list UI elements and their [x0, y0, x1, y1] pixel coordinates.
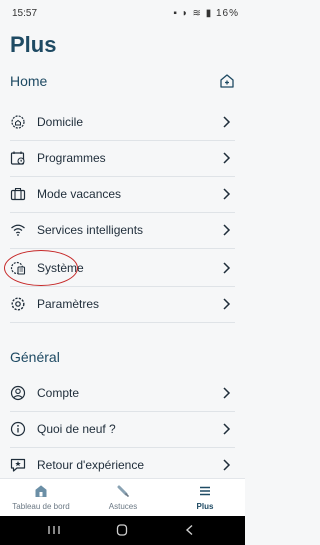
- status-time: 15:57: [12, 8, 38, 19]
- list-item-label: Domicile: [37, 115, 84, 129]
- tab-plus[interactable]: Plus: [164, 479, 246, 517]
- list-item-parametres[interactable]: Paramètres: [10, 286, 235, 323]
- home-add-button[interactable]: [219, 73, 235, 89]
- list-item-mode-vacances[interactable]: Mode vacances: [10, 176, 235, 213]
- system-nav-bar: [0, 516, 245, 545]
- feedback-icon: [10, 458, 26, 472]
- chevron-right-icon: [223, 224, 231, 236]
- tab-label: Astuces: [108, 502, 138, 511]
- calendar-clock-icon: [10, 151, 25, 165]
- menu-icon: [200, 486, 210, 496]
- list-item-label: Mode vacances: [37, 187, 122, 201]
- status-icons: ▪ ◗ ≋ ▮ 16%: [173, 8, 239, 19]
- list-item-label: Paramètres: [37, 297, 100, 311]
- list-item-label: Quoi de neuf ?: [37, 422, 116, 436]
- section-title-general: Général: [10, 349, 60, 365]
- list-item-programmes[interactable]: Programmes: [10, 140, 235, 177]
- bottom-tab-bar: Tableau de bord Astuces Plus: [0, 478, 245, 517]
- list-item-quoi-de-neuf[interactable]: Quoi de neuf ?: [10, 411, 235, 448]
- user-icon: [10, 385, 26, 401]
- tab-label: Tableau de bord: [12, 502, 70, 511]
- wifi-icon: [11, 224, 25, 236]
- list-item-systeme[interactable]: Système: [10, 250, 235, 287]
- list-item-label: Programmes: [37, 151, 106, 165]
- home-nav-icon[interactable]: [112, 523, 132, 537]
- status-bar: 15:57 ▪ ◗ ≋ ▮ 16%: [0, 0, 245, 26]
- chevron-right-icon: [223, 188, 231, 200]
- list-item-label: Retour d'expérience: [37, 458, 145, 472]
- tab-label: Plus: [196, 502, 214, 511]
- tab-tableau-de-bord[interactable]: Tableau de bord: [0, 479, 82, 517]
- page-title: Plus: [10, 32, 57, 57]
- gear-house-icon: [11, 115, 25, 129]
- tab-astuces[interactable]: Astuces: [82, 479, 164, 517]
- chevron-right-icon: [223, 387, 231, 399]
- house-plus-icon: [220, 74, 234, 88]
- gear-icon: [11, 297, 25, 311]
- chevron-right-icon: [223, 459, 231, 471]
- chevron-right-icon: [223, 298, 231, 310]
- recent-apps-icon[interactable]: [44, 523, 64, 537]
- info-icon: [10, 421, 26, 437]
- status-system-icons: ▪ ◗ ≋ ▮: [173, 8, 213, 19]
- suitcase-icon: [10, 187, 26, 201]
- battery-level: 16%: [215, 8, 239, 19]
- list-item-services-intelligents[interactable]: Services intelligents: [10, 212, 235, 249]
- list-item-label: Système: [37, 261, 84, 275]
- chevron-right-icon: [223, 262, 231, 274]
- list-item-label: Services intelligents: [37, 223, 144, 237]
- chevron-right-icon: [223, 152, 231, 164]
- house-icon: [35, 485, 47, 497]
- list-item-compte[interactable]: Compte: [10, 375, 235, 412]
- bulb-icon: [117, 485, 129, 497]
- list-item-domicile[interactable]: Domicile: [10, 104, 235, 141]
- chevron-right-icon: [223, 423, 231, 435]
- section-title-home: Home: [10, 73, 48, 89]
- back-icon[interactable]: [180, 523, 200, 537]
- list-item-label: Compte: [37, 386, 80, 400]
- chevron-right-icon: [223, 116, 231, 128]
- gear-device-icon: [10, 261, 26, 275]
